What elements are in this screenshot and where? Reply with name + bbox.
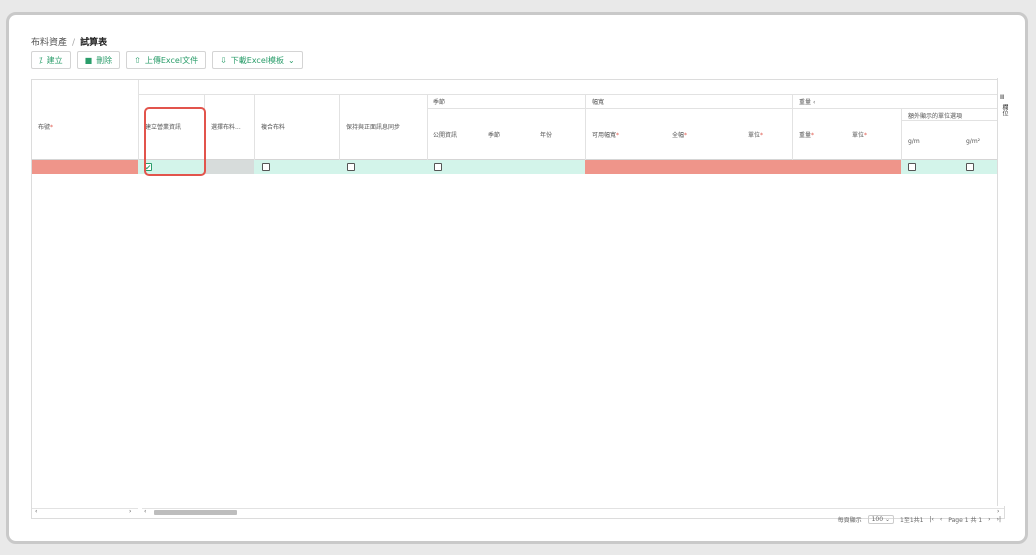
- create-button[interactable]: ⁒ 建立: [31, 51, 71, 69]
- unit-gm-checkbox[interactable]: [908, 163, 916, 171]
- cell-composite-fabric[interactable]: [254, 160, 339, 174]
- create-button-label: 建立: [46, 55, 63, 65]
- prev-page-icon[interactable]: ‹: [940, 516, 942, 523]
- range-text: 1至1共1: [900, 517, 924, 524]
- breadcrumb: 布料資產 / 試算表: [31, 35, 107, 48]
- header-unit-gm[interactable]: g/m: [908, 138, 920, 145]
- header-width-group: 幅寬: [592, 99, 605, 106]
- first-page-icon[interactable]: |‹: [929, 516, 933, 523]
- header-full-width[interactable]: 全幅*: [672, 130, 687, 139]
- download-button-label: 下載Excel模板: [230, 55, 284, 65]
- trash-icon: ■: [84, 55, 93, 65]
- collapse-chevron-icon[interactable]: ‹: [813, 99, 815, 106]
- app-window: 布料資產 / 試算表 ⁒ 建立 ■ 刪除 ⇧ 上傳Excel文件 ⇩ 下載Excel…: [6, 12, 1028, 544]
- last-page-icon[interactable]: ›|: [997, 516, 1001, 523]
- header-weight[interactable]: 重量*: [799, 130, 814, 139]
- header-weight-unit[interactable]: 單位*: [852, 130, 867, 139]
- unit-gm2-checkbox[interactable]: [966, 163, 974, 171]
- highlight-annotation: [144, 107, 206, 176]
- cell-keep-sync[interactable]: [339, 160, 427, 174]
- upload-button-label: 上傳Excel文件: [144, 55, 199, 65]
- header-year[interactable]: 年份: [540, 130, 552, 139]
- header-weight-group: 重量 ‹: [799, 99, 816, 106]
- header-unit-gm2[interactable]: g/m²: [966, 138, 980, 145]
- delete-button[interactable]: ■ 刪除: [76, 51, 121, 69]
- header-extra-units-group: 額外顯示的單位選項: [908, 113, 963, 120]
- page-text: Page 1 共 1: [948, 517, 983, 524]
- chevron-down-icon: ⌄: [884, 516, 890, 523]
- download-template-button[interactable]: ⇩ 下載Excel模板 ⌄: [212, 51, 303, 69]
- create-icon: ⁒: [39, 55, 43, 65]
- breadcrumb-root[interactable]: 布料資產: [31, 38, 67, 48]
- columns-icon: Ⅲ: [1000, 94, 1005, 101]
- season-public-checkbox[interactable]: [434, 163, 442, 171]
- cell-season[interactable]: [427, 160, 585, 174]
- header-season[interactable]: 季節: [488, 130, 500, 139]
- breadcrumb-separator: /: [72, 38, 76, 48]
- chevron-down-icon: ⌄: [287, 55, 295, 65]
- header-usable-width[interactable]: 可用幅寬*: [592, 130, 619, 139]
- header-composite-fabric[interactable]: 複合布料: [261, 122, 285, 131]
- per-page-label: 每頁顯示: [837, 517, 862, 524]
- toolbar: ⁒ 建立 ■ 刪除 ⇧ 上傳Excel文件 ⇩ 下載Excel模板 ⌄: [31, 51, 303, 69]
- next-page-icon[interactable]: ›: [988, 516, 990, 523]
- header-width-unit[interactable]: 單位*: [748, 130, 763, 139]
- columns-side-label[interactable]: 欄位: [1000, 104, 1008, 116]
- header-select-fabric[interactable]: 選擇布料...: [211, 122, 251, 131]
- pagination-bar: 每頁顯示 100 ⌄ 1至1共1 |‹ ‹ Page 1 共 1 › ›|: [31, 513, 1005, 526]
- cell-select-fabric[interactable]: [204, 160, 254, 174]
- per-page-select[interactable]: 100 ⌄: [867, 515, 894, 524]
- download-icon: ⇩: [220, 55, 227, 65]
- delete-button-label: 刪除: [96, 55, 113, 65]
- upload-excel-button[interactable]: ⇧ 上傳Excel文件: [126, 51, 207, 69]
- cell-extra-units[interactable]: [901, 160, 1004, 174]
- breadcrumb-current: 試算表: [80, 38, 108, 48]
- cell-fabric-no[interactable]: [32, 160, 138, 174]
- upload-icon: ⇧: [134, 55, 141, 65]
- composite-fabric-checkbox[interactable]: [262, 163, 270, 171]
- header-season-group: 季節: [433, 99, 446, 106]
- header-fabric-no[interactable]: 布號*: [38, 122, 53, 131]
- columns-side-panel[interactable]: Ⅲ 欄位: [997, 78, 1009, 506]
- header-season-public[interactable]: 公開資訊: [433, 130, 457, 139]
- cell-width-weight[interactable]: [585, 160, 901, 174]
- keep-sync-checkbox[interactable]: [347, 163, 355, 171]
- header-keep-sync[interactable]: 保持與正面訊息同步: [346, 122, 400, 131]
